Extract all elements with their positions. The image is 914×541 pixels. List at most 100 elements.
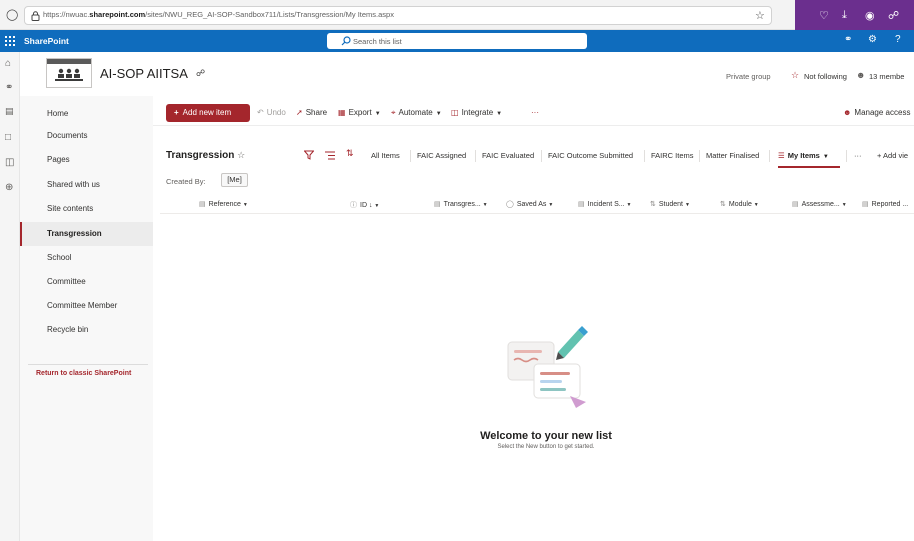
app-name[interactable]: SharePoint (24, 36, 69, 46)
chevron-down-icon: ▼ (374, 111, 381, 117)
nav-item-school[interactable]: School (20, 246, 153, 270)
nav-item-documents[interactable]: Documents (20, 124, 153, 148)
globe-icon[interactable]: ⚭ (5, 82, 13, 93)
members-icon: ☻ (856, 70, 866, 80)
tab-my-items[interactable]: ☰ My Items ▼ (778, 151, 829, 160)
members-button[interactable]: 13 membe (869, 72, 904, 81)
chevron-down-icon: ▼ (435, 111, 442, 117)
more-views-button[interactable]: ··· (854, 151, 862, 160)
empty-state-title: Welcome to your new list (480, 430, 612, 442)
file-icon[interactable]: □ (5, 132, 11, 143)
automate-button[interactable]: ⌖ Automate ▼ (391, 108, 442, 118)
nav-divider (28, 364, 148, 365)
download-icon[interactable]: ⤓ (842, 9, 847, 22)
star-icon: ☆ (791, 70, 800, 80)
tab-separator (699, 150, 700, 162)
column-header-id[interactable]: ⓘ ID ↓ ▼ (350, 200, 379, 210)
text-field-icon: ▤ (199, 201, 206, 208)
share-people-icon[interactable]: ⚭ (844, 34, 852, 45)
pocket-icon[interactable]: ♡ (819, 9, 829, 22)
extensions-icon[interactable]: ☍ (888, 9, 899, 22)
export-button[interactable]: ▦ Export ▼ (338, 108, 381, 117)
database-icon[interactable]: ◫ (5, 157, 14, 168)
integrate-button[interactable]: ◫ Integrate ▼ (451, 108, 502, 117)
text-field-icon: ▤ (434, 201, 441, 208)
tab-separator (846, 150, 847, 162)
column-header-transgression[interactable]: ▤ Transgres... ▼ (434, 200, 488, 208)
tab-faic-assigned[interactable]: FAIC Assigned (417, 151, 466, 160)
nav-item-recycle-bin[interactable]: Recycle bin (20, 318, 153, 342)
column-header-reference[interactable]: ▤ Reference ▼ (199, 200, 248, 208)
tab-separator (475, 150, 476, 162)
chevron-down-icon: ▼ (496, 111, 503, 117)
url-text: https://nwuac.sharepoint.com/sites/NWU_R… (43, 10, 394, 19)
tab-faic-evaluated[interactable]: FAIC Evaluated (482, 151, 534, 160)
favorite-star-icon[interactable]: ☆ (755, 9, 765, 22)
list-title[interactable]: Transgression ☆ (166, 150, 245, 161)
column-header-module[interactable]: ⇅ Module ▼ (720, 200, 759, 208)
list-view-icon: ☰ (778, 151, 785, 160)
empty-state-subtitle: Select the New button to get started. (497, 444, 595, 450)
waffle-icon[interactable] (5, 36, 15, 46)
account-icon[interactable]: ◉ (865, 9, 875, 22)
nav-item-pages[interactable]: Pages (20, 148, 153, 172)
text-field-icon: ▤ (792, 201, 799, 208)
column-header-reported[interactable]: ▤ Reported ... (862, 200, 908, 208)
column-header-divider (160, 213, 914, 214)
nav-item-shared-with-us[interactable]: Shared with us (20, 173, 153, 197)
column-header-incident[interactable]: ▤ Incident S... ▼ (578, 200, 632, 208)
site-logo[interactable] (46, 58, 92, 88)
privacy-label: Private group (726, 72, 771, 81)
column-header-assessment[interactable]: ▤ Assessme... ▼ (792, 200, 847, 208)
nav-item-transgression[interactable]: Transgression (20, 222, 153, 246)
filter-icon[interactable] (304, 150, 314, 160)
tab-faic-outcome-submitted[interactable]: FAIC Outcome Submitted (548, 151, 633, 160)
tab-all-items[interactable]: All Items (371, 151, 400, 160)
info-icon: ⓘ (350, 202, 357, 209)
teams-icon: ☍ (196, 68, 206, 78)
tab-fairc-items[interactable]: FAIRC Items (651, 151, 694, 160)
sort-ascending-icon: ↓ (368, 202, 373, 209)
tab-separator (541, 150, 542, 162)
add-new-item-button[interactable]: + Add new item (166, 104, 250, 122)
filter-pill-me[interactable]: [Me] (221, 173, 248, 187)
manage-access-button[interactable]: ☻ Manage access (843, 108, 910, 117)
app-rail: ⌂ ⚭ ▤ □ ◫ ⊕ (0, 52, 20, 541)
gear-icon[interactable]: ⚙ (868, 34, 877, 45)
share-button[interactable]: ➚ Share (296, 108, 327, 117)
add-circle-icon[interactable]: ⊕ (5, 182, 13, 193)
search-input[interactable]: Search this list (327, 33, 587, 49)
address-bar[interactable]: https://nwuac.sharepoint.com/sites/NWU_R… (24, 6, 772, 25)
undo-button[interactable]: ↶ Undo (257, 108, 286, 117)
filter-label: Created By: (166, 177, 206, 186)
favorite-star-icon[interactable]: ☆ (237, 150, 245, 160)
suite-bar: SharePoint Search this list ⚭ ⚙ ? (0, 30, 914, 52)
column-header-saved-as[interactable]: ◯ Saved As ▼ (506, 200, 553, 208)
chevron-down-icon: ▼ (242, 202, 248, 208)
chevron-down-icon: ▼ (626, 202, 632, 208)
site-title[interactable]: AI-SOP AIITSA (100, 66, 188, 81)
tab-separator (410, 150, 411, 162)
help-icon[interactable]: ? (895, 34, 901, 45)
column-header-student[interactable]: ⇅ Student ▼ (650, 200, 690, 208)
add-view-button[interactable]: + Add vie (877, 151, 908, 160)
tab-matter-finalised[interactable]: Matter Finalised (706, 151, 759, 160)
home-icon[interactable]: ⌂ (5, 58, 11, 69)
nav-item-committee[interactable]: Committee (20, 270, 153, 294)
active-tab-indicator (778, 166, 840, 168)
tab-separator (769, 150, 770, 162)
shield-icon[interactable]: ◯ (6, 8, 18, 21)
return-to-classic-link[interactable]: Return to classic SharePoint (36, 370, 131, 377)
text-field-icon: ▤ (862, 201, 869, 208)
news-icon[interactable]: ▤ (5, 106, 14, 117)
sort-icon[interactable]: ⇅ (346, 148, 354, 159)
nav-item-site-contents[interactable]: Site contents (20, 197, 153, 221)
follow-button[interactable]: Not following (804, 72, 847, 81)
nav-item-committee-member[interactable]: Committee Member (20, 294, 153, 318)
share-icon: ➚ (296, 108, 303, 117)
chevron-down-icon: ▼ (822, 154, 829, 160)
person-icon: ☻ (843, 108, 852, 117)
more-commands-button[interactable]: ··· (531, 108, 539, 117)
nav-item-home[interactable]: Home (20, 102, 153, 126)
group-by-icon[interactable] (325, 151, 335, 160)
